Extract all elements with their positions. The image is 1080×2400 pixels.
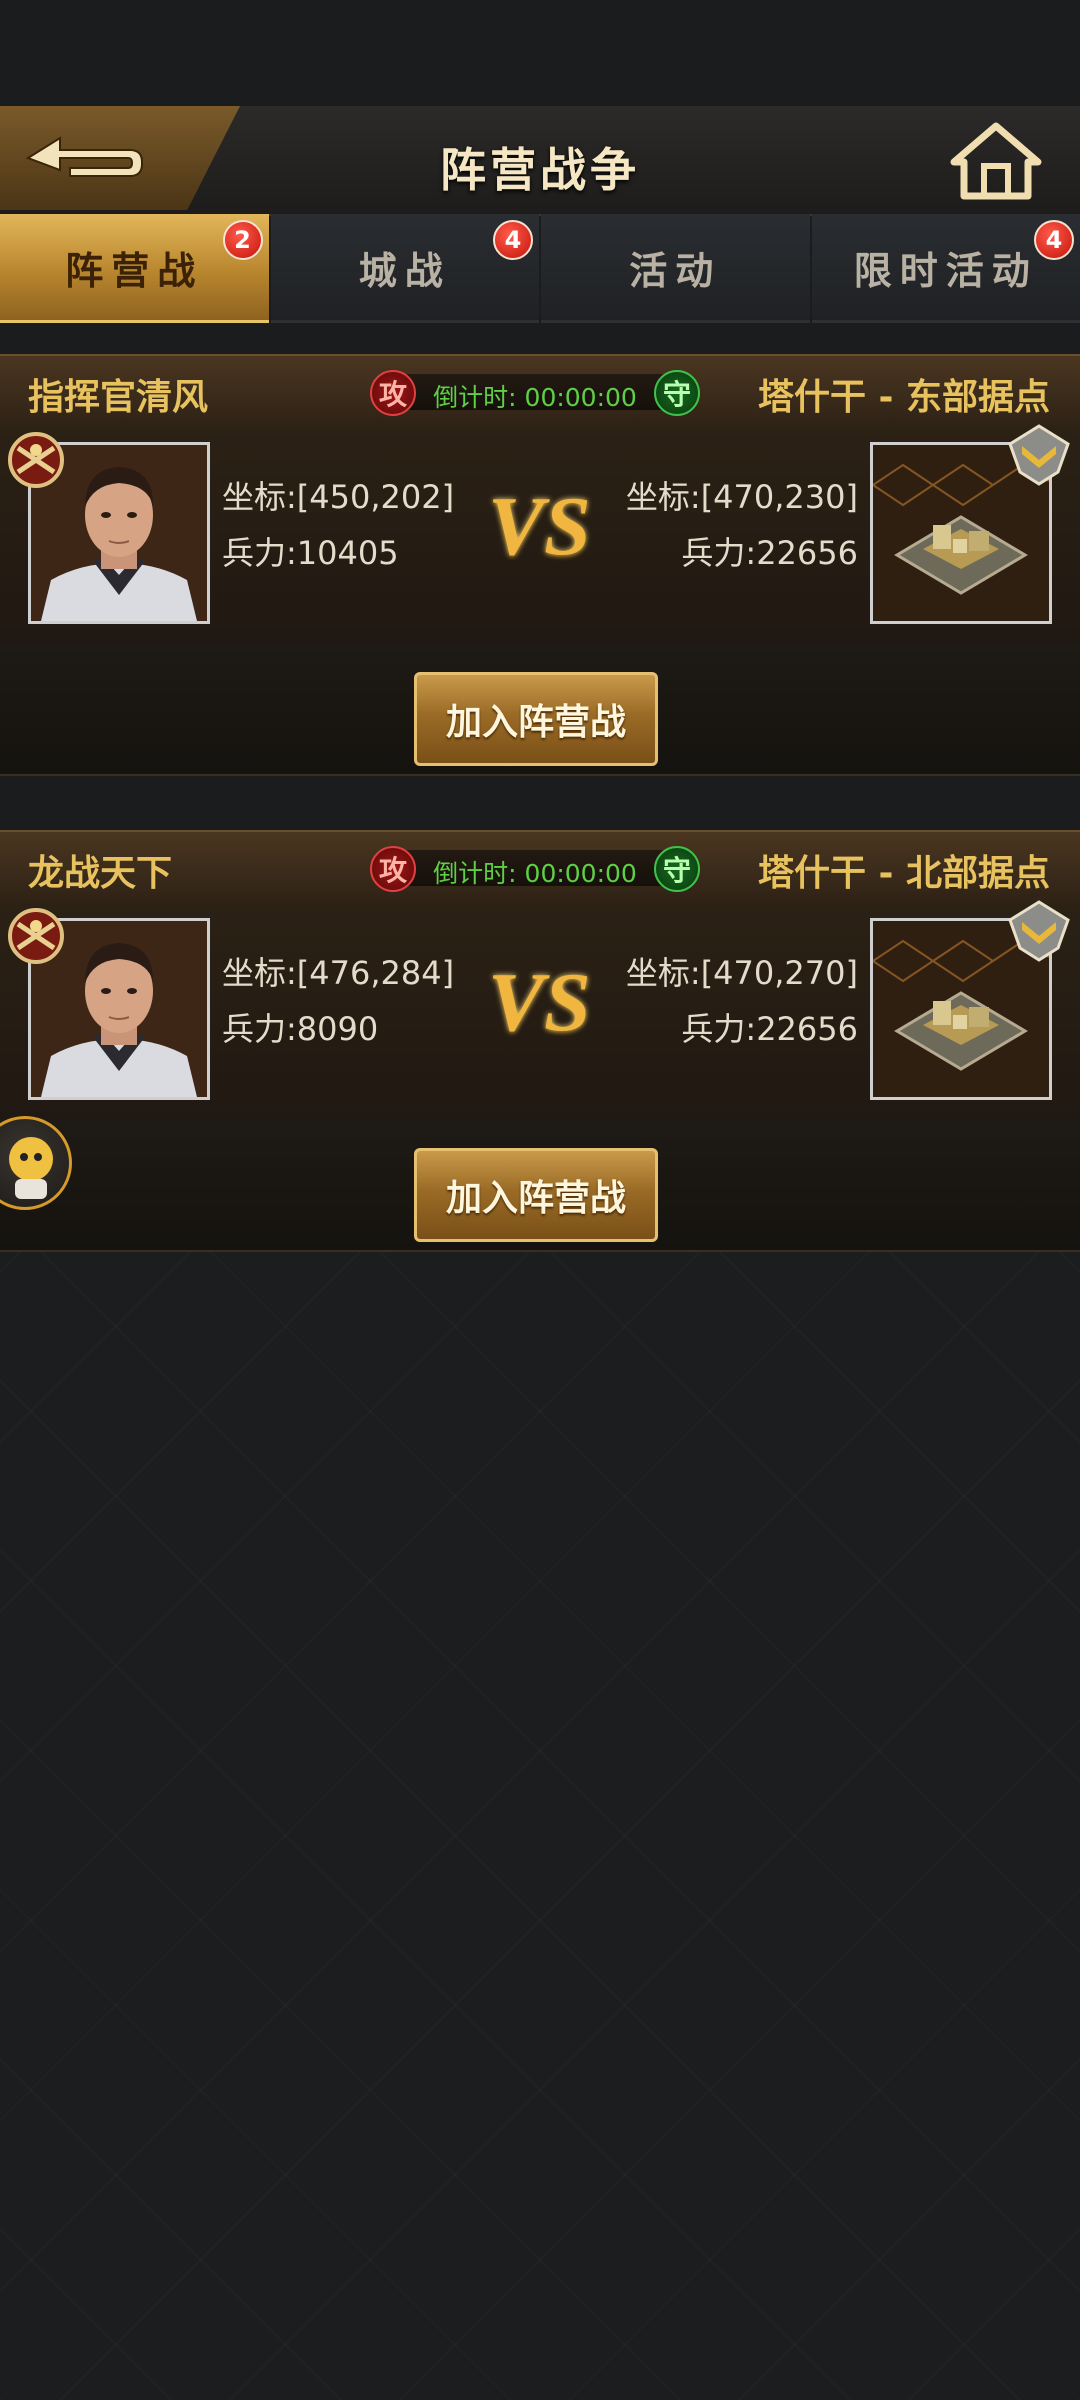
attacker-coordinates[interactable]: 坐标:[476,284] [222, 948, 454, 994]
battle-card-footer: 加入阵营战 [0, 1120, 1080, 1252]
home-icon[interactable] [950, 122, 1042, 202]
countdown-text: 倒计时: 00:00:00 [433, 383, 637, 412]
attack-icon: 攻 [370, 370, 416, 416]
notification-badge: 2 [222, 220, 263, 260]
join-faction-war-button[interactable]: 加入阵营战 [414, 1148, 658, 1242]
background [0, 1240, 1080, 2400]
tab-city-war[interactable]: 城战 4 [270, 214, 539, 323]
battle-card-footer: 加入阵营战 [0, 644, 1080, 776]
tab-events[interactable]: 活动 [541, 214, 810, 323]
battle-card-header: 指挥官清风 倒计时: 00:00:00 攻 守 塔什干 - 东部据点 [0, 354, 1080, 430]
battle-card: 指挥官清风 倒计时: 00:00:00 攻 守 塔什干 - 东部据点 坐标:[4… [0, 354, 1080, 776]
notification-badge: 4 [1034, 220, 1074, 260]
join-faction-war-button[interactable]: 加入阵营战 [414, 672, 658, 766]
page-title: 阵营战争 [440, 143, 640, 197]
header-bar: 阵营战争 [0, 106, 1080, 216]
rank-medal-icon [8, 432, 64, 488]
battle-card-body: 坐标:[476,284] 兵力:8090 VS 坐标:[470,270] 兵力:… [0, 900, 1080, 1120]
countdown-timer: 倒计时: 00:00:00 攻 守 [370, 844, 700, 892]
notification-badge: 4 [493, 220, 533, 260]
tab-limited-events[interactable]: 限时活动 4 [811, 214, 1080, 323]
vs-label: VS [488, 956, 591, 1049]
mascot-icon [9, 1137, 53, 1199]
defender-troops: 兵力:22656 [681, 1010, 858, 1048]
tab-label: 活动 [629, 248, 722, 293]
attacker-name[interactable]: 龙战天下 [28, 844, 172, 896]
tab-label: 城战 [358, 248, 451, 293]
defend-icon: 守 [654, 370, 700, 416]
tab-bar: 阵营战 2 城战 4 活动 限时活动 4 [0, 214, 1080, 324]
countdown-text: 倒计时: 00:00:00 [433, 859, 637, 888]
tab-label: 阵营战 [65, 248, 204, 293]
defend-icon: 守 [654, 846, 700, 892]
defender-name[interactable]: 塔什干 - 东部据点 [758, 368, 1050, 420]
attacker-name[interactable]: 指挥官清风 [28, 368, 208, 420]
attacker-coordinates[interactable]: 坐标:[450,202] [222, 472, 454, 518]
defender-name[interactable]: 塔什干 - 北部据点 [758, 844, 1050, 896]
rank-medal-icon [8, 908, 64, 964]
tab-label: 限时活动 [853, 248, 1038, 293]
rank-chevron-icon [1008, 424, 1070, 486]
battle-card-body: 坐标:[450,202] 兵力:10405 VS 坐标:[470,230] 兵力… [0, 424, 1080, 644]
attacker-troops: 兵力:8090 [222, 1010, 379, 1048]
defender-coordinates[interactable]: 坐标:[470,270] [626, 948, 858, 994]
battle-card: 龙战天下 倒计时: 00:00:00 攻 守 塔什干 - 北部据点 坐标:[47… [0, 830, 1080, 1252]
countdown-timer: 倒计时: 00:00:00 攻 守 [370, 368, 700, 416]
attacker-troops: 兵力:10405 [222, 534, 399, 572]
rank-chevron-icon [1008, 900, 1070, 962]
vs-label: VS [488, 480, 591, 573]
defender-troops: 兵力:22656 [681, 534, 858, 572]
defender-coordinates[interactable]: 坐标:[470,230] [626, 472, 858, 518]
attack-icon: 攻 [370, 846, 416, 892]
battle-card-header: 龙战天下 倒计时: 00:00:00 攻 守 塔什干 - 北部据点 [0, 830, 1080, 906]
tab-faction-war[interactable]: 阵营战 2 [0, 214, 269, 323]
assistant-mascot-button[interactable] [0, 1116, 72, 1210]
